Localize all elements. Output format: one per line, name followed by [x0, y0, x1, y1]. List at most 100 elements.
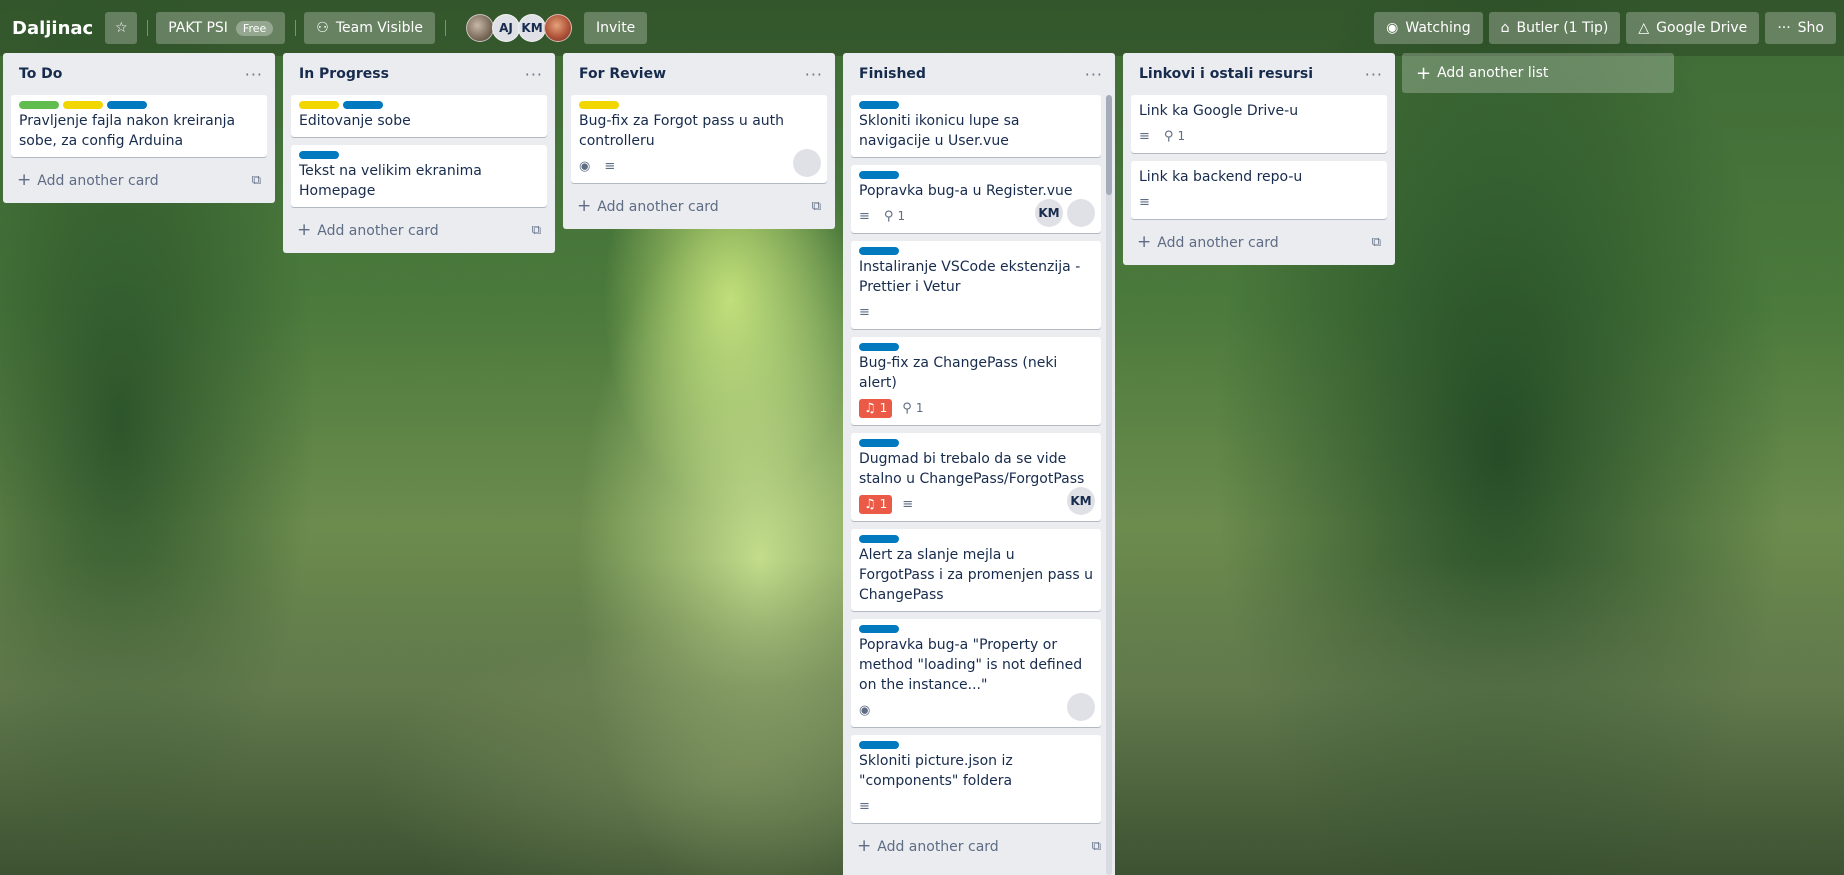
card[interactable]: Skloniti picture.json iz "components" fo… [851, 735, 1101, 823]
workspace-button[interactable]: PAKT PSI Free [156, 12, 286, 44]
add-card-button[interactable]: + Add another card ⧉ [291, 215, 547, 245]
butler-icon: ⌂ [1500, 20, 1510, 36]
show-menu-button[interactable]: ··· Sho [1765, 12, 1836, 44]
label-yellow[interactable] [63, 101, 103, 109]
card-labels[interactable] [859, 247, 1093, 255]
label-blue[interactable] [859, 101, 899, 109]
card-labels[interactable] [859, 625, 1093, 633]
card-labels[interactable] [19, 101, 259, 109]
member-avatar[interactable]: KM [1035, 199, 1063, 227]
member-avatar[interactable] [1067, 693, 1095, 721]
description-badge: ≡ [859, 209, 874, 224]
card-labels[interactable] [859, 741, 1093, 749]
list-title[interactable]: In Progress [299, 66, 389, 82]
card[interactable]: Bug-fix za Forgot pass u auth controller… [571, 95, 827, 183]
card-members: KM [1031, 199, 1095, 227]
card-template-icon[interactable]: ⧉ [252, 173, 261, 188]
scrollbar-thumb[interactable] [1106, 95, 1112, 195]
paperclip-icon: ⚲ [1163, 128, 1174, 144]
list-title[interactable]: To Do [19, 66, 62, 82]
label-blue[interactable] [859, 343, 899, 351]
member-avatar[interactable] [793, 149, 821, 177]
card-title: Link ka Google Drive-u [1139, 103, 1299, 119]
list-header: Finished ··· [851, 53, 1107, 95]
butler-button[interactable]: ⌂ Butler (1 Tip) [1488, 12, 1621, 44]
card-template-icon[interactable]: ⧉ [1372, 235, 1381, 250]
list-menu-icon[interactable]: ··· [245, 65, 263, 84]
card-template-icon[interactable]: ⧉ [1092, 839, 1101, 854]
card-labels[interactable] [859, 343, 1093, 351]
list-title[interactable]: Linkovi i ostali resursi [1139, 66, 1313, 82]
card-title: Bug-fix za ChangePass (neki alert) [859, 355, 1058, 391]
label-blue[interactable] [343, 101, 383, 109]
invite-button[interactable]: Invite [584, 12, 648, 44]
card[interactable]: Bug-fix za ChangePass (neki alert) ♫ 1 ⚲ 1 [851, 337, 1101, 425]
card[interactable]: Popravka bug-a u Register.vue ≡ ⚲ 1 KM [851, 165, 1101, 233]
card[interactable]: Tekst na velikim ekranima Homepage [291, 145, 547, 207]
header-divider [445, 20, 447, 36]
add-card-button[interactable]: + Add another card ⧉ [1131, 227, 1387, 257]
description-icon: ≡ [902, 496, 914, 512]
card-labels[interactable] [579, 101, 819, 109]
list-menu-icon[interactable]: ··· [1085, 65, 1103, 84]
add-card-button[interactable]: + Add another card ⧉ [851, 831, 1107, 861]
member-avatar[interactable]: AJ [492, 14, 521, 42]
card[interactable]: Popravka bug-a "Property or method "load… [851, 619, 1101, 727]
list-menu-icon[interactable]: ··· [525, 65, 543, 84]
label-blue[interactable] [859, 535, 899, 543]
add-card-button[interactable]: + Add another card ⧉ [11, 165, 267, 195]
watch-badge: ◉ [579, 159, 594, 174]
list-title[interactable]: For Review [579, 66, 666, 82]
card[interactable]: Dugmad bi trebalo da se vide stalno u Ch… [851, 433, 1101, 521]
member-avatar[interactable] [544, 14, 573, 42]
label-green[interactable] [19, 101, 59, 109]
card[interactable]: Link ka Google Drive-u ≡ ⚲ 1 [1131, 95, 1387, 153]
add-card-button[interactable]: + Add another card ⧉ [571, 191, 827, 221]
add-card-label: Add another card [877, 839, 999, 855]
board-members: AJ KM [466, 14, 573, 42]
plus-icon: + [577, 196, 592, 216]
card-template-icon[interactable]: ⧉ [532, 223, 541, 238]
label-blue[interactable] [107, 101, 147, 109]
star-icon: ☆ [114, 20, 128, 36]
add-list-label: Add another list [1437, 65, 1549, 81]
card-labels[interactable] [859, 535, 1093, 543]
add-list-button[interactable]: + Add another list [1402, 53, 1674, 93]
card[interactable]: Instaliranje VSCode ekstenzija - Prettie… [851, 241, 1101, 329]
list-menu-icon[interactable]: ··· [805, 65, 823, 84]
label-blue[interactable] [859, 625, 899, 633]
list-title[interactable]: Finished [859, 66, 926, 82]
list-scrollbar[interactable] [1106, 95, 1112, 875]
label-yellow[interactable] [579, 101, 619, 109]
card-labels[interactable] [859, 439, 1093, 447]
watching-button[interactable]: ◉ Watching [1374, 12, 1483, 44]
member-avatar[interactable]: KM [518, 14, 547, 42]
description-badge: ≡ [1139, 129, 1154, 144]
label-blue[interactable] [859, 171, 899, 179]
description-badge: ≡ [604, 159, 619, 174]
card[interactable]: Alert za slanje mejla u ForgotPass i za … [851, 529, 1101, 611]
member-avatar[interactable]: KM [1067, 487, 1095, 515]
card-labels[interactable] [859, 171, 1093, 179]
card[interactable]: Editovanje sobe [291, 95, 547, 137]
google-drive-button[interactable]: △ Google Drive [1626, 12, 1760, 44]
card-labels[interactable] [859, 101, 1093, 109]
visibility-button[interactable]: ⚇ Team Visible [304, 12, 436, 44]
member-avatar[interactable] [1067, 199, 1095, 227]
card[interactable]: Link ka backend repo-u ≡ [1131, 161, 1387, 219]
star-button[interactable]: ☆ [105, 12, 138, 44]
label-blue[interactable] [859, 247, 899, 255]
card[interactable]: Pravljenje fajla nakon kreiranja sobe, z… [11, 95, 267, 157]
label-blue[interactable] [859, 741, 899, 749]
card-template-icon[interactable]: ⧉ [812, 199, 821, 214]
member-avatar[interactable] [466, 14, 495, 42]
card[interactable]: Skloniti ikonicu lupe sa navigacije u Us… [851, 95, 1101, 157]
label-blue[interactable] [859, 439, 899, 447]
label-yellow[interactable] [299, 101, 339, 109]
list-menu-icon[interactable]: ··· [1365, 65, 1383, 84]
label-blue[interactable] [299, 151, 339, 159]
plus-icon: + [857, 836, 872, 856]
card-labels[interactable] [299, 151, 539, 159]
board-title[interactable]: Daljinac [12, 18, 93, 39]
card-labels[interactable] [299, 101, 539, 109]
